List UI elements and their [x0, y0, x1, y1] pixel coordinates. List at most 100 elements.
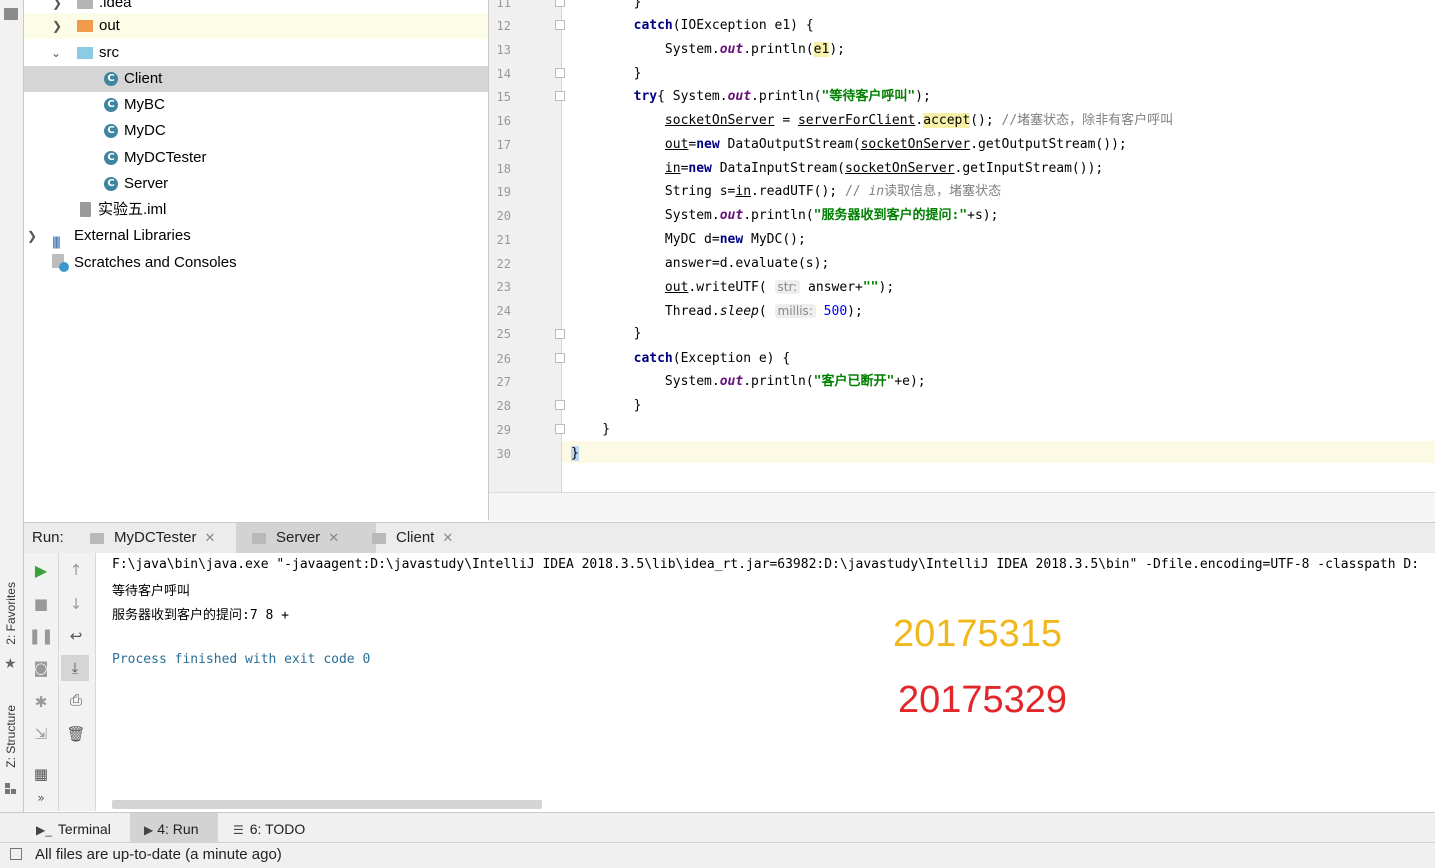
tree-item-label: src — [99, 44, 119, 61]
code-line: Thread.sleep( millis: 500); — [571, 304, 863, 319]
run-tab-mydctester[interactable]: MyDCTester ✕ — [90, 523, 236, 553]
line-number: 14 — [496, 67, 511, 81]
pause-icon[interactable]: ❚❚ — [24, 627, 58, 645]
line-number: 26 — [496, 352, 511, 366]
tab-run[interactable]: ▶ 4: Run — [130, 813, 218, 843]
tree-item-out[interactable]: ❯ out — [24, 13, 488, 39]
debug-icon[interactable]: ✱ — [24, 693, 58, 711]
tree-item-mydctester[interactable]: C MyDCTester — [24, 145, 488, 171]
fold-marker-icon[interactable] — [555, 424, 565, 434]
restore-layout-icon[interactable]: ⇲ — [24, 725, 58, 743]
print-icon[interactable]: ⎙ — [59, 691, 93, 709]
tree-item-label: Server — [124, 175, 169, 192]
fold-marker-icon[interactable] — [555, 91, 565, 101]
tree-item-mybc[interactable]: C MyBC — [24, 92, 488, 118]
star-icon: ★ — [4, 656, 17, 672]
fold-marker-icon[interactable] — [555, 329, 565, 339]
line-number: 24 — [496, 304, 511, 318]
console-line: F:\java\bin\java.exe "-javaagent:D:\java… — [112, 557, 1420, 572]
project-folder-icon[interactable] — [4, 8, 18, 20]
line-number: 23 — [496, 280, 511, 294]
run-tab-server[interactable]: Server ✕ — [236, 523, 376, 553]
close-icon[interactable]: ✕ — [328, 530, 339, 545]
stop-icon[interactable]: ■ — [24, 595, 58, 613]
fold-marker-icon[interactable] — [555, 353, 565, 363]
line-number: 12 — [496, 19, 511, 33]
console-icon — [252, 532, 266, 544]
tree-item-server[interactable]: C Server — [24, 171, 488, 197]
chevron-right-icon[interactable]: ❯ — [27, 223, 37, 249]
code-line: try{ System.out.println("等待客户呼叫"); — [633, 89, 931, 104]
fold-marker-icon[interactable] — [555, 68, 565, 78]
close-icon[interactable]: ✕ — [205, 530, 216, 545]
chevron-right-icon[interactable]: ❯ — [52, 13, 62, 39]
java-class-icon: C — [104, 72, 118, 86]
arrow-up-icon[interactable]: ↑ — [59, 561, 93, 579]
scroll-to-end-icon[interactable]: ⤓ — [61, 655, 89, 681]
tab-terminal[interactable]: ▶_ Terminal — [36, 813, 111, 843]
tree-item-scratches[interactable]: Scratches and Consoles — [24, 250, 488, 276]
clock-badge-icon — [59, 262, 69, 272]
fold-marker-icon[interactable] — [555, 400, 565, 410]
soft-wrap-icon[interactable]: ↩ — [59, 627, 93, 645]
run-label: Run: — [32, 529, 64, 546]
camera-icon[interactable]: ◙ — [24, 659, 58, 677]
code-editor[interactable]: 11 12 13 14 15 16 17 18 19 20 21 22 23 2… — [489, 0, 1435, 492]
line-number: 30 — [496, 447, 511, 461]
code-line: } — [571, 326, 642, 341]
code-line: } — [571, 66, 642, 81]
bottom-tool-tabs: ▶_ Terminal ▶ 4: Run ☰ 6: TODO — [0, 812, 1435, 843]
java-class-icon: C — [104, 177, 118, 191]
line-number: 19 — [496, 185, 511, 199]
tree-item-label: MyDC — [124, 122, 166, 139]
tab-label: 6: TODO — [249, 821, 306, 837]
line-number: 21 — [496, 233, 511, 247]
tree-item-label: Scratches and Consoles — [74, 254, 237, 271]
tab-label: Terminal — [57, 821, 111, 837]
tree-item-src[interactable]: ⌄ src — [24, 40, 488, 66]
line-number: 13 — [496, 43, 511, 57]
run-icon: ▶ — [144, 823, 154, 837]
left-tool-strip: 2: Favorites ★ Z: Structure — [0, 0, 24, 812]
structure-tab[interactable]: Z: Structure — [4, 705, 18, 768]
code-line: socketOnServer = serverForClient.accept(… — [664, 113, 1174, 128]
run-tab-label: Client — [396, 529, 435, 546]
source-folder-icon — [77, 47, 93, 59]
run-tab-client[interactable]: Client ✕ — [372, 523, 472, 553]
code-line: } — [571, 422, 611, 437]
chevron-down-icon[interactable]: ⌄ — [51, 40, 61, 66]
code-line: answer=d.evaluate(s); — [571, 256, 830, 271]
structure-icon — [5, 783, 17, 795]
tree-item-external-libraries[interactable]: ❯ ||||| External Libraries — [24, 223, 488, 249]
run-console[interactable]: F:\java\bin\java.exe "-javaagent:D:\java… — [96, 553, 1435, 811]
trash-icon[interactable]: 🗑 — [59, 725, 93, 743]
layout-icon[interactable]: ▦ — [24, 765, 58, 783]
tree-item-mydc[interactable]: C MyDC — [24, 118, 488, 144]
rerun-icon[interactable]: ▶ — [24, 561, 58, 580]
status-text: All files are up-to-date (a minute ago) — [35, 846, 282, 863]
run-toolbar-primary: ▶ ■ ❚❚ ◙ ✱ ⇲ ▦ » — [24, 553, 59, 811]
favorites-tab[interactable]: 2: Favorites — [4, 582, 18, 645]
more-icon[interactable]: » — [24, 791, 58, 805]
project-tree: ❯ .idea ❯ out ⌄ src C Client C MyBC C My… — [24, 0, 489, 520]
line-number: 15 — [496, 90, 511, 104]
tab-todo[interactable]: ☰ 6: TODO — [233, 813, 305, 843]
tree-item-client[interactable]: C Client — [24, 66, 488, 92]
code-line: in=new DataInputStream(socketOnServer.ge… — [664, 161, 1104, 176]
list-icon: ☰ — [233, 823, 244, 837]
module-file-icon — [80, 202, 91, 217]
console-line: 等待客户呼叫 — [112, 584, 191, 599]
toggle-tool-windows-icon[interactable] — [10, 848, 22, 860]
fold-marker-icon[interactable] — [555, 20, 565, 30]
close-icon[interactable]: ✕ — [442, 530, 453, 545]
horizontal-scrollbar[interactable] — [112, 800, 542, 809]
overlay-student-id: 20175315 — [893, 613, 1063, 655]
fold-marker-icon[interactable] — [555, 0, 565, 7]
arrow-down-icon[interactable]: ↓ — [59, 595, 93, 613]
line-number: 16 — [496, 114, 511, 128]
code-line: String s=in.readUTF(); // in读取信息，堵塞状态 — [571, 184, 1002, 199]
run-tab-label: MyDCTester — [114, 529, 197, 546]
line-number: 28 — [496, 399, 511, 413]
code-line: System.out.println("服务器收到客户的提问:"+s); — [571, 208, 999, 223]
tree-item-iml[interactable]: 实验五.iml — [24, 197, 488, 223]
